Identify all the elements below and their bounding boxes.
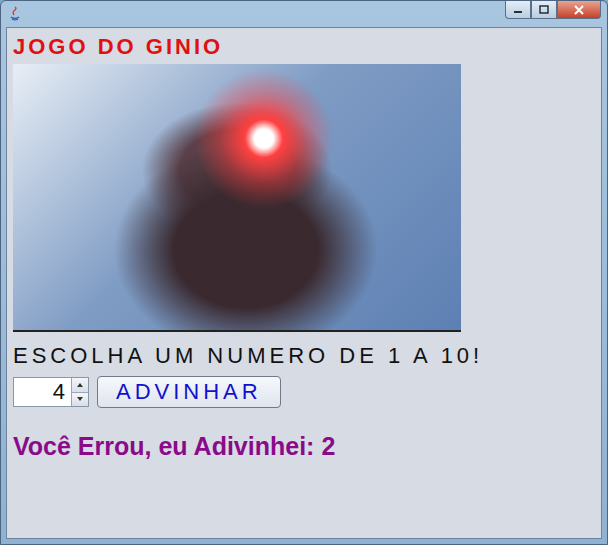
up-arrow-icon [77,383,83,387]
input-row: 4 ADVINHAR [13,376,595,408]
java-icon [7,6,23,22]
spin-down-button[interactable] [72,392,88,407]
close-icon [573,5,585,15]
guess-button[interactable]: ADVINHAR [97,376,281,408]
close-button[interactable] [557,1,601,19]
minimize-button[interactable] [505,1,531,19]
genie-picture [13,64,461,332]
heading: JOGO DO GINIO [13,34,595,60]
number-spinner[interactable]: 4 [13,377,89,407]
maximize-icon [539,5,549,14]
down-arrow-icon [77,397,83,401]
spinner-buttons [71,378,88,406]
spinner-value[interactable]: 4 [14,378,71,406]
prompt-label: ESCOLHA UM NUMERO DE 1 A 10! [13,342,595,370]
spin-up-button[interactable] [72,378,88,392]
result-label: Você Errou, eu Adivinhei: 2 [13,430,595,462]
app-window: JOGO DO GINIO ESCOLHA UM NUMERO DE 1 A 10… [0,0,608,545]
minimize-icon [513,6,523,14]
content-pane: JOGO DO GINIO ESCOLHA UM NUMERO DE 1 A 10… [6,27,602,539]
maximize-button[interactable] [531,1,557,19]
title-bar [1,1,607,27]
